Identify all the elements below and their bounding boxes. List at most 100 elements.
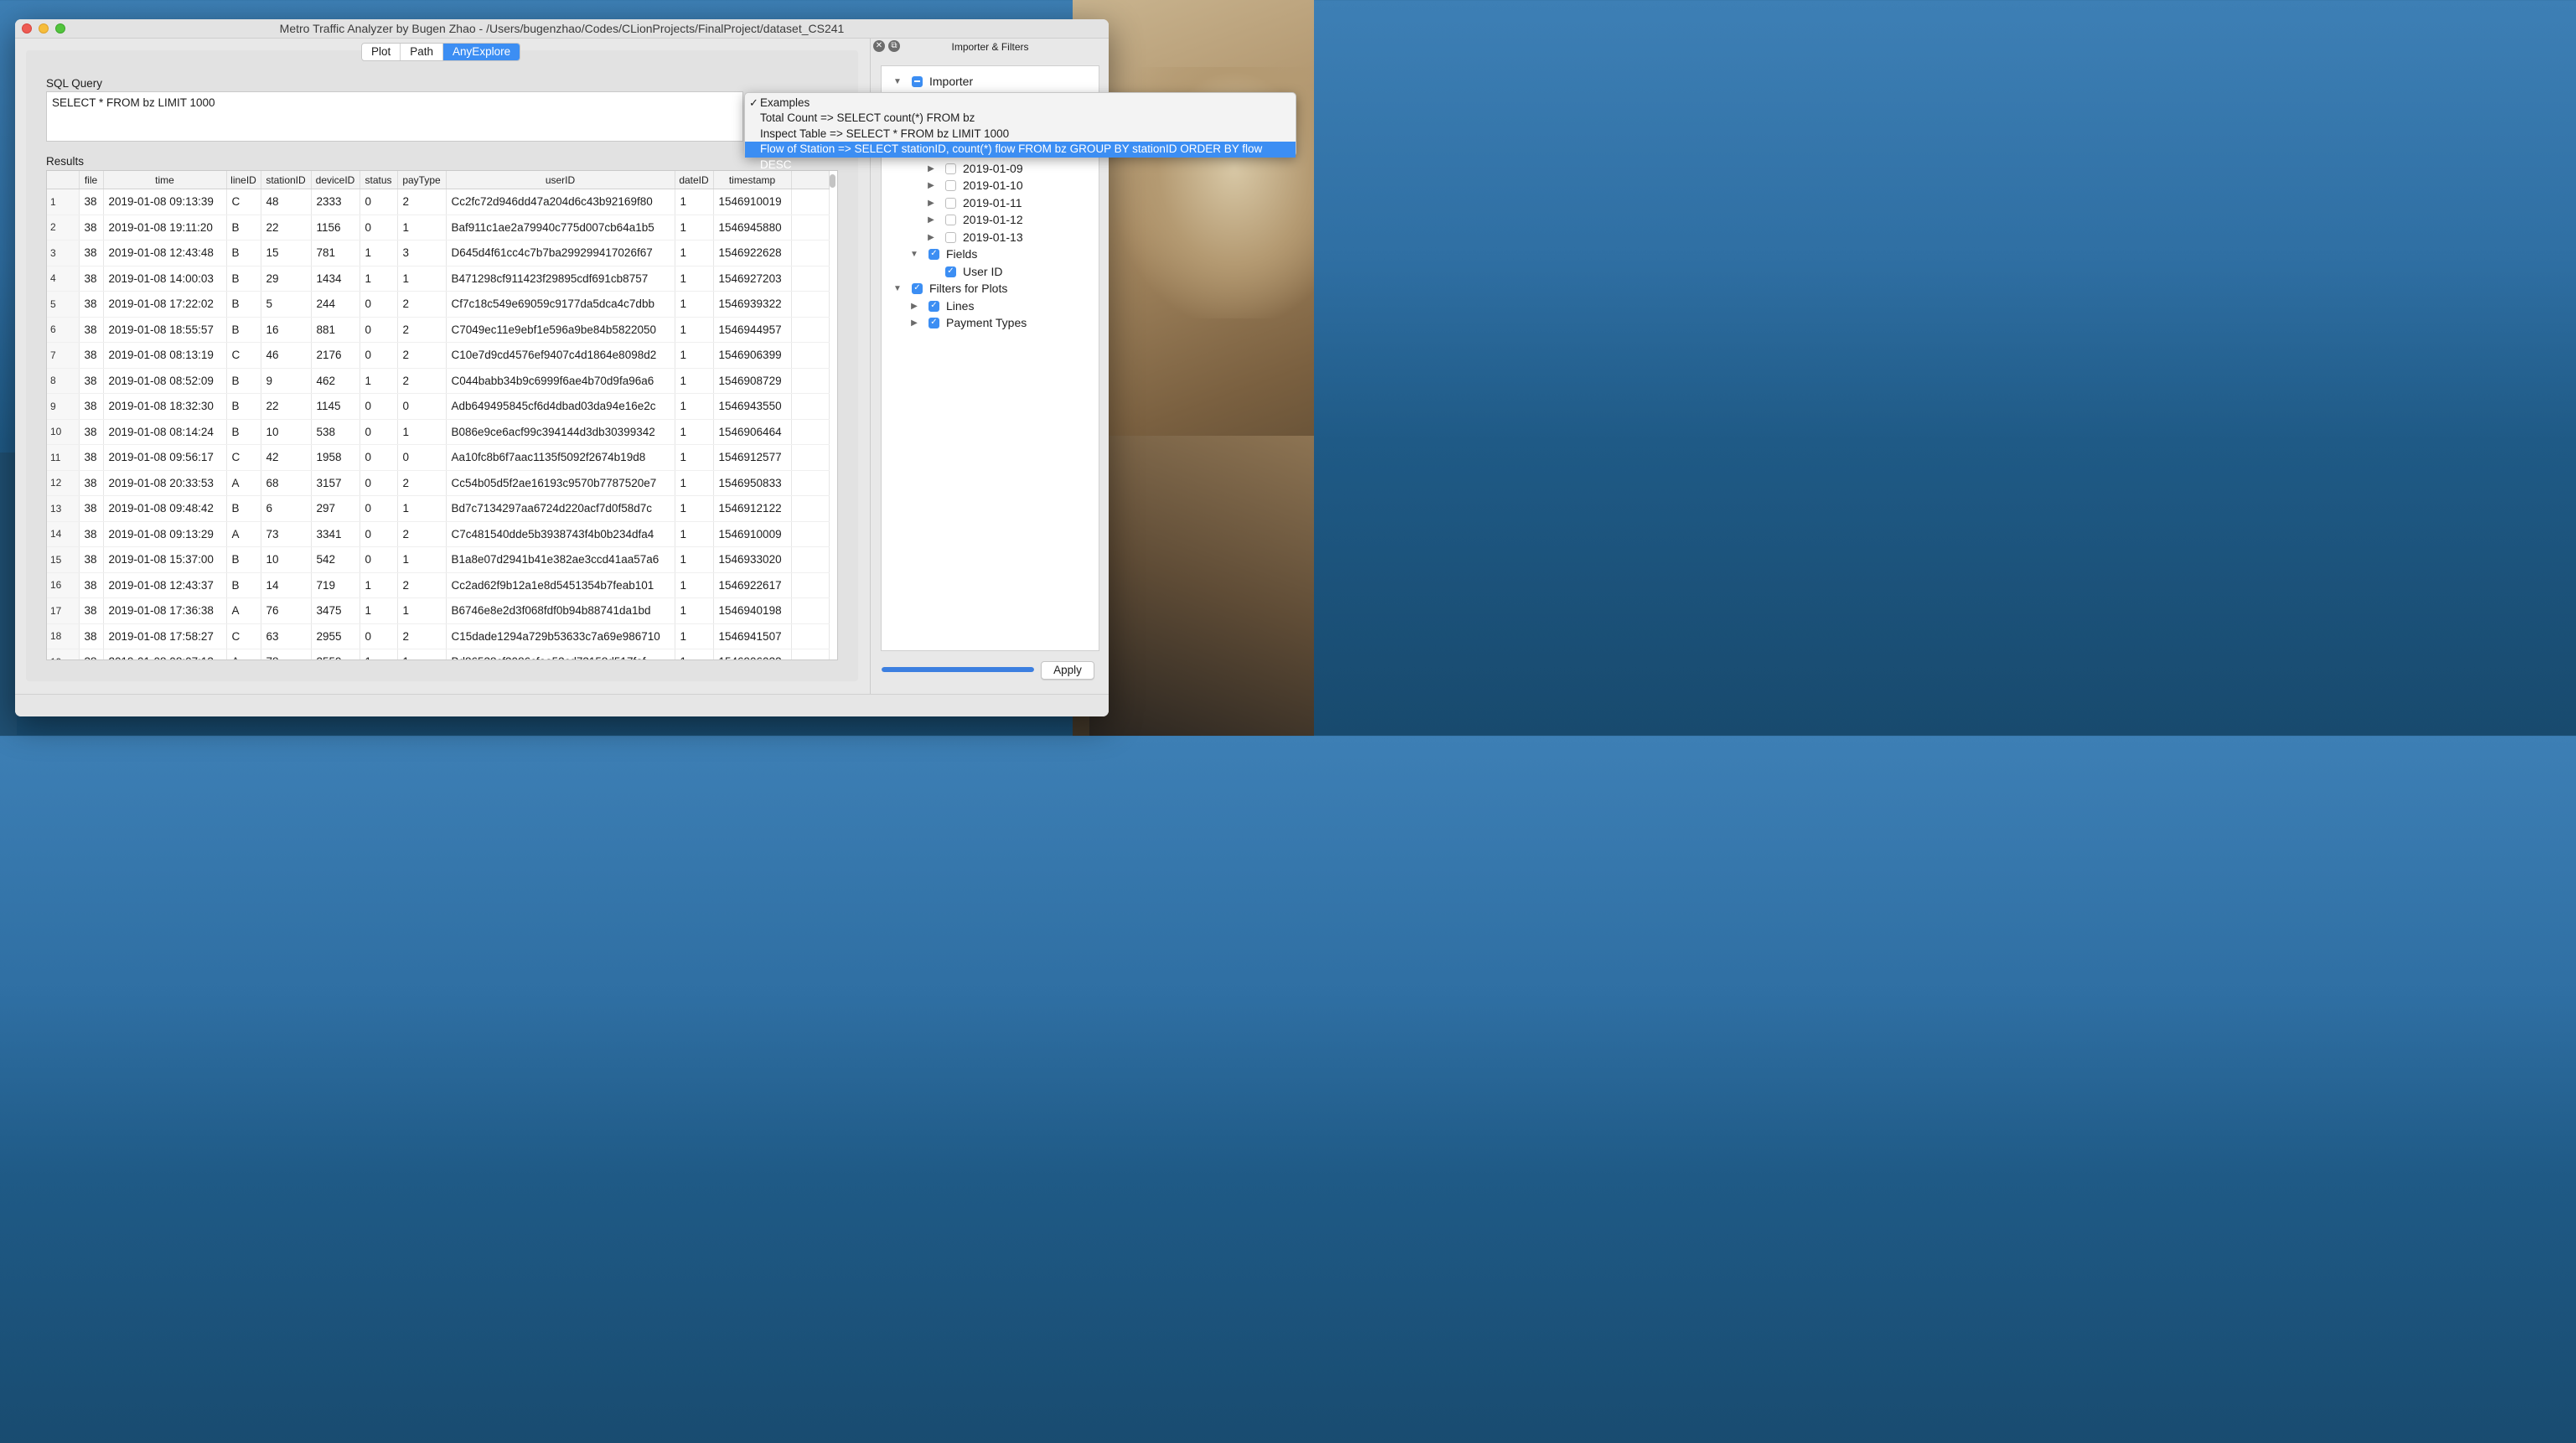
table-cell[interactable]: 1 [675, 393, 714, 420]
table-cell[interactable]: 1 [360, 266, 398, 292]
table-cell[interactable]: C7049ec11e9ebf1e596a9be84b5822050 [446, 317, 675, 343]
table-cell[interactable]: 2019-01-08 12:43:37 [103, 572, 227, 598]
table-row[interactable]: 10 38 2019-01-08 08:14:24 B 10 538 0 1 B086e9ce6… [47, 419, 830, 445]
table-cell[interactable]: B [226, 317, 261, 343]
table-cell[interactable]: 1 [675, 240, 714, 266]
table-cell[interactable]: 0 [360, 215, 398, 240]
table-cell[interactable]: 2019-01-08 09:56:17 [103, 444, 227, 471]
tree-item[interactable]: ▶ 2019-01-09 [927, 160, 1022, 177]
table-cell[interactable]: B6746e8e2d3f068fdf0b94b88741da1bd [446, 597, 675, 624]
row-number[interactable]: 8 [47, 368, 80, 394]
table-cell[interactable]: 2 [397, 572, 447, 598]
table-cell[interactable]: 1 [360, 572, 398, 598]
results-table[interactable]: file time lineID stationID deviceID stat… [46, 170, 838, 660]
column-header[interactable]: timestamp [713, 171, 792, 189]
table-cell[interactable]: 38 [79, 189, 104, 215]
expanded-arrow-icon[interactable]: ▼ [893, 77, 902, 86]
tab-plot[interactable]: Plot [362, 44, 401, 60]
table-cell[interactable]: 1546944957 [713, 317, 792, 343]
table-cell[interactable]: 1546941507 [713, 623, 792, 649]
table-cell[interactable]: 0 [397, 393, 447, 420]
table-row[interactable]: 6 38 2019-01-08 18:55:57 B 16 881 0 2 C7049ec11e… [47, 317, 830, 343]
table-cell[interactable]: 1 [675, 572, 714, 598]
tree-checkbox[interactable] [945, 197, 956, 209]
table-cell[interactable]: 1546922628 [713, 240, 792, 266]
table-row[interactable]: 9 38 2019-01-08 18:32:30 B 22 1145 0 0 Adb649495… [47, 393, 830, 420]
row-number[interactable]: 16 [47, 572, 80, 598]
table-row[interactable]: 7 38 2019-01-08 08:13:19 C 46 2176 0 2 C10e7d9cd… [47, 342, 830, 369]
table-cell[interactable]: 1 [397, 419, 447, 445]
row-number[interactable]: 19 [47, 649, 80, 659]
row-number[interactable]: 12 [47, 470, 80, 496]
tree-checkbox[interactable]: ✓ [912, 282, 923, 294]
table-cell[interactable]: 1546945880 [713, 215, 792, 240]
table-row[interactable]: 4 38 2019-01-08 14:00:03 B 29 1434 1 1 B471298cf… [47, 266, 830, 292]
table-cell[interactable]: 1 [675, 317, 714, 343]
table-cell[interactable]: 2019-01-08 17:36:38 [103, 597, 227, 624]
table-cell[interactable]: D645d4f61cc4c7b7ba299299417026f67 [446, 240, 675, 266]
table-cell[interactable]: 38 [79, 240, 104, 266]
row-number[interactable]: 9 [47, 393, 80, 420]
table-cell[interactable]: 14 [261, 572, 312, 598]
tree-item[interactable]: ✓ User ID [927, 263, 1002, 280]
table-row[interactable]: 5 38 2019-01-08 17:22:02 B 5 244 0 2 Cf7c18c549e… [47, 291, 830, 318]
table-cell[interactable]: 1 [675, 342, 714, 369]
table-cell[interactable]: 1434 [311, 266, 360, 292]
column-header[interactable]: file [79, 171, 104, 189]
table-cell[interactable]: 0 [360, 623, 398, 649]
table-cell[interactable]: 76 [261, 597, 312, 624]
table-cell[interactable]: 1145 [311, 393, 360, 420]
table-cell[interactable]: 2 [397, 342, 447, 369]
table-cell[interactable]: 1546906464 [713, 419, 792, 445]
table-cell[interactable]: 1958 [311, 444, 360, 471]
tree-item[interactable]: ▼ ✓ Fields [910, 246, 977, 262]
table-cell[interactable]: 781 [311, 240, 360, 266]
table-cell[interactable]: Cc54b05d5f2ae16193c9570b7787520e7 [446, 470, 675, 496]
table-cell[interactable]: 0 [360, 393, 398, 420]
table-cell[interactable]: 1156 [311, 215, 360, 240]
tree-item[interactable]: ▶ 2019-01-12 [927, 211, 1022, 228]
table-row[interactable]: 14 38 2019-01-08 09:13:29 A 73 3341 0 2 C7c48154… [47, 521, 830, 547]
table-cell[interactable]: B [226, 240, 261, 266]
table-cell[interactable]: 2019-01-08 08:13:19 [103, 342, 227, 369]
row-number[interactable]: 13 [47, 495, 80, 522]
table-cell[interactable]: C7c481540dde5b3938743f4b0b234dfa4 [446, 521, 675, 547]
table-cell[interactable]: 1 [675, 546, 714, 573]
collapsed-arrow-icon[interactable]: ▶ [927, 164, 935, 173]
table-cell[interactable]: C044babb34b9c6999f6ae4b70d9fa96a6 [446, 368, 675, 394]
table-cell[interactable]: 1546943550 [713, 393, 792, 420]
table-cell[interactable]: 63 [261, 623, 312, 649]
table-cell[interactable]: Aa10fc8b6f7aac1135f5092f2674b19d8 [446, 444, 675, 471]
table-cell[interactable]: B471298cf911423f29895cdf691cb8757 [446, 266, 675, 292]
table-cell[interactable]: 0 [360, 189, 398, 215]
table-row[interactable]: 19382019-01-08 08:07:13A78355911Bd86538c… [47, 649, 830, 659]
tree-checkbox[interactable]: ✓ [928, 317, 939, 328]
table-cell[interactable]: 46 [261, 342, 312, 369]
table-cell[interactable]: 1 [675, 597, 714, 624]
table-cell[interactable]: 38 [79, 266, 104, 292]
table-row[interactable]: 18 38 2019-01-08 17:58:27 C 63 2955 0 2 C15dade1… [47, 623, 830, 649]
apply-button[interactable]: Apply [1041, 661, 1094, 680]
table-cell[interactable]: 2 [397, 521, 447, 547]
table-cell[interactable]: 1 [675, 368, 714, 394]
column-header[interactable]: status [360, 171, 398, 189]
tree-checkbox[interactable]: ✓ [945, 266, 956, 277]
table-cell[interactable]: 2 [397, 291, 447, 318]
table-cell[interactable]: 38 [79, 572, 104, 598]
table-cell[interactable]: B [226, 419, 261, 445]
table-cell[interactable]: 1546933020 [713, 546, 792, 573]
table-cell[interactable]: 2019-01-08 15:37:00 [103, 546, 227, 573]
table-cell[interactable]: 244 [311, 291, 360, 318]
table-cell[interactable]: 38 [79, 291, 104, 318]
table-cell[interactable]: 38 [79, 368, 104, 394]
table-cell[interactable]: 3341 [311, 521, 360, 547]
table-cell[interactable]: Cc2ad62f9b12a1e8d5451354b7feab101 [446, 572, 675, 598]
column-header[interactable]: stationID [261, 171, 312, 189]
tree-checkbox[interactable]: ✓ [928, 248, 939, 260]
table-cell[interactable]: 1546906033 [713, 649, 792, 659]
table-cell[interactable]: 0 [360, 419, 398, 445]
zoom-window-button[interactable] [55, 23, 65, 34]
menu-item-total-count[interactable]: Total Count => SELECT count(*) FROM bz [745, 111, 1296, 126]
row-number[interactable]: 1 [47, 189, 80, 215]
table-cell[interactable]: B [226, 546, 261, 573]
